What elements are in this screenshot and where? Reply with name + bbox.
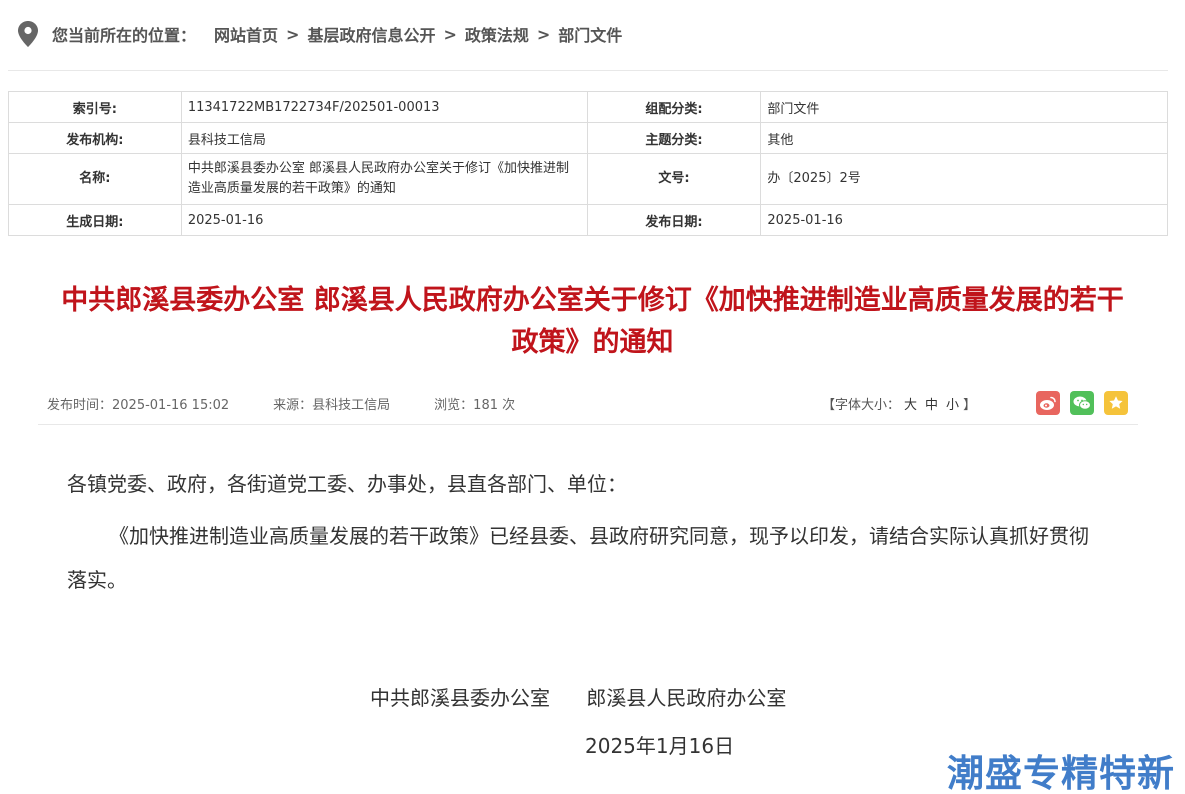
view-count: 浏览：181 次 bbox=[434, 397, 516, 413]
table-row: 名称: 中共郎溪县委办公室 郎溪县人民政府办公室关于修订《加快推进制造业高质量发… bbox=[8, 153, 1168, 205]
table-row: 生成日期: 2025-01-16 发布日期: 2025-01-16 bbox=[8, 204, 1168, 236]
index-value: 11341722MB1722734F/202501-00013 bbox=[180, 91, 588, 123]
article-body: 各镇党委、政府，各街道党工委、办事处，县直各部门、单位： 《加快推进制造业高质量… bbox=[67, 462, 1097, 602]
divider bbox=[38, 424, 1138, 425]
wechat-icon bbox=[1073, 396, 1091, 410]
docno-label: 文号: bbox=[586, 153, 762, 205]
breadcrumb: 您当前所在的位置： 网站首页 > 基层政府信息公开 > 政策法规 > 部门文件 bbox=[18, 20, 622, 48]
font-size-close: 】 bbox=[963, 397, 977, 413]
font-size-control: 【字体大小： 大 中 小 】 bbox=[822, 394, 977, 413]
org-label: 发布机构: bbox=[8, 122, 182, 154]
weibo-icon bbox=[1040, 396, 1056, 410]
font-size-medium-button[interactable]: 中 bbox=[925, 394, 938, 413]
published-label: 发布日期: bbox=[586, 204, 762, 236]
name-value: 中共郎溪县委办公室 郎溪县人民政府办公室关于修订《加快推进制造业高质量发展的若干… bbox=[180, 153, 588, 205]
breadcrumb-separator: > bbox=[536, 24, 551, 44]
breadcrumb-policy-link[interactable]: 政策法规 bbox=[465, 22, 529, 46]
share-wechat-button[interactable] bbox=[1070, 391, 1094, 415]
breadcrumb-separator: > bbox=[286, 24, 300, 44]
docno-value: 办〔2025〕2号 bbox=[760, 153, 1168, 205]
table-row: 索引号: 11341722MB1722734F/202501-00013 组配分… bbox=[8, 91, 1168, 123]
signature-org-party: 中共郎溪县委办公室 bbox=[370, 686, 550, 710]
group-value: 部门文件 bbox=[760, 91, 1168, 123]
breadcrumb-dept-docs-link[interactable]: 部门文件 bbox=[558, 22, 622, 46]
salutation: 各镇党委、政府，各街道党工委、办事处，县直各部门、单位： bbox=[67, 472, 627, 496]
breadcrumb-gov-info-link[interactable]: 基层政府信息公开 bbox=[307, 22, 435, 46]
body-paragraph: 《加快推进制造业高质量发展的若干政策》已经县委、县政府研究同意，现予以印发，请结… bbox=[67, 524, 1089, 592]
star-icon bbox=[1109, 396, 1123, 409]
article-info: 发布时间：2025-01-16 15:02 来源：县科技工信局 浏览：181 次 bbox=[47, 394, 559, 413]
source: 来源：县科技工信局 bbox=[273, 397, 391, 413]
divider bbox=[8, 70, 1168, 71]
breadcrumb-home-link[interactable]: 网站首页 bbox=[214, 22, 278, 46]
group-label: 组配分类: bbox=[586, 91, 762, 123]
index-label: 索引号: bbox=[8, 91, 182, 123]
font-size-small-button[interactable]: 小 bbox=[946, 394, 959, 413]
topic-label: 主题分类: bbox=[586, 122, 762, 154]
metadata-table: 索引号: 11341722MB1722734F/202501-00013 组配分… bbox=[8, 91, 1168, 236]
publish-time: 发布时间：2025-01-16 15:02 bbox=[47, 397, 230, 413]
name-label: 名称: bbox=[8, 153, 182, 205]
breadcrumb-separator: > bbox=[443, 24, 457, 44]
font-size-open: 【字体大小： bbox=[822, 397, 901, 413]
created-value: 2025-01-16 bbox=[180, 204, 588, 236]
topic-value: 其他 bbox=[760, 122, 1168, 154]
signature-date: 2025年1月16日 bbox=[585, 734, 735, 758]
signature-org-government: 郎溪县人民政府办公室 bbox=[586, 686, 787, 710]
favorite-button[interactable] bbox=[1104, 391, 1128, 415]
created-label: 生成日期: bbox=[8, 204, 182, 236]
org-value: 县科技工信局 bbox=[180, 122, 588, 154]
published-value: 2025-01-16 bbox=[760, 204, 1168, 236]
table-row: 发布机构: 县科技工信局 主题分类: 其他 bbox=[8, 122, 1168, 154]
article-title: 中共郎溪县委办公室 郎溪县人民政府办公室关于修订《加快推进制造业高质量发展的若干… bbox=[61, 285, 1124, 358]
share-weibo-button[interactable] bbox=[1036, 391, 1060, 415]
breadcrumb-lead: 您当前所在的位置： bbox=[52, 26, 197, 45]
watermark-logo: 潮盛专精特新 bbox=[947, 752, 1175, 794]
signature-orgs: 中共郎溪县委办公室 郎溪县人民政府办公室 bbox=[370, 682, 786, 711]
location-pin-icon bbox=[18, 21, 38, 47]
font-size-large-button[interactable]: 大 bbox=[904, 394, 917, 413]
